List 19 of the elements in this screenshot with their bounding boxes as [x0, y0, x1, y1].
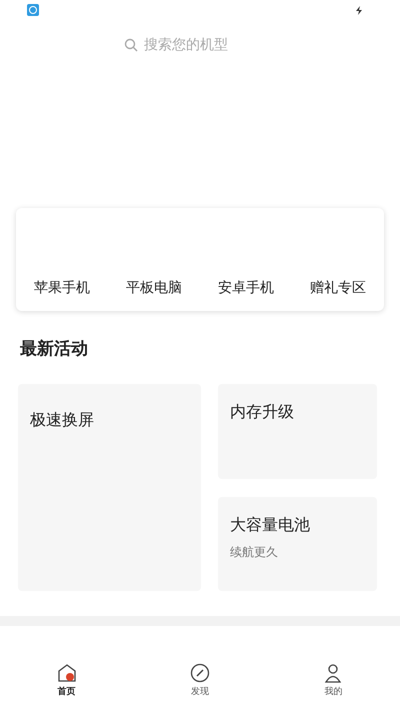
person-icon	[323, 663, 344, 683]
category-link[interactable]: 苹果手机	[34, 279, 90, 297]
charging-icon	[356, 6, 362, 14]
activity-card[interactable]: 内存升级	[218, 384, 377, 478]
home-icon	[56, 663, 77, 683]
activity-subtitle: 续航更久	[230, 544, 279, 560]
activity-title: 大容量电池	[230, 514, 311, 536]
activity-card[interactable]: 大容量电池 续航更久	[218, 496, 377, 591]
nav-tab[interactable]: 我的	[303, 663, 364, 707]
activity-card[interactable]: 极速换屏	[18, 384, 201, 591]
app-icon	[27, 4, 39, 16]
nav-tab[interactable]: 首页	[36, 663, 97, 707]
section-title: 最新活动	[20, 338, 89, 360]
category-link[interactable]: 安卓手机	[218, 279, 274, 297]
search-icon	[124, 38, 138, 52]
category-link[interactable]: 赠礼专区	[310, 279, 366, 297]
nav-tab[interactable]: 发现	[170, 663, 230, 707]
category-link[interactable]: 平板电脑	[126, 279, 182, 297]
compass-icon	[190, 663, 210, 683]
